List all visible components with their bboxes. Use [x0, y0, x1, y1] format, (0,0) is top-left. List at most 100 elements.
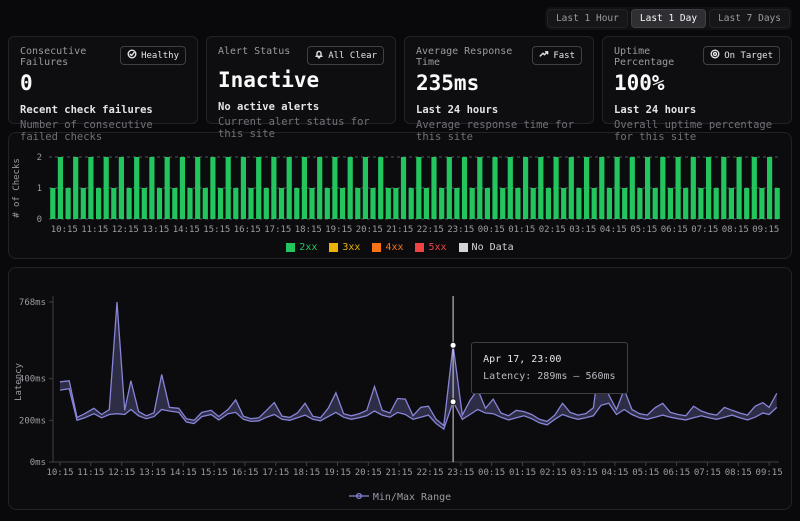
target-icon: [710, 49, 720, 62]
legend-item-3xx: 3xx: [329, 242, 360, 253]
svg-text:05:15: 05:15: [632, 468, 659, 478]
svg-text:01:15: 01:15: [509, 468, 536, 478]
svg-text:01:15: 01:15: [508, 225, 535, 235]
card-value: 100%: [614, 71, 780, 95]
checks-bar-chart[interactable]: 01210:1511:1512:1513:1514:1515:1516:1517…: [9, 139, 791, 237]
card-average-response-time: Average Response Time Fast 235ms Last 24…: [404, 36, 594, 124]
card-consecutive-failures: Consecutive Failures Healthy 0 Recent ch…: [8, 36, 198, 124]
svg-text:10:15: 10:15: [51, 225, 78, 235]
tooltip-value: Latency: 289ms – 560ms: [483, 368, 615, 385]
svg-text:09:15: 09:15: [752, 225, 779, 235]
svg-text:16:15: 16:15: [234, 225, 261, 235]
svg-text:18:15: 18:15: [295, 225, 322, 235]
legend-swatch: [329, 243, 338, 252]
card-subtitle: Recent check failures: [20, 104, 186, 116]
svg-text:19:15: 19:15: [324, 468, 351, 478]
legend-swatch: [372, 243, 381, 252]
svg-text:16:15: 16:15: [231, 468, 258, 478]
svg-text:22:15: 22:15: [417, 225, 444, 235]
badge-label: All Clear: [328, 51, 377, 61]
svg-text:04:15: 04:15: [600, 225, 627, 235]
legend-swatch: [459, 243, 468, 252]
svg-text:14:15: 14:15: [173, 225, 200, 235]
svg-text:22:15: 22:15: [416, 468, 443, 478]
svg-text:# of Checks: # of Checks: [12, 158, 22, 218]
badge-label: On Target: [724, 51, 773, 61]
svg-text:15:15: 15:15: [203, 225, 230, 235]
badge-label: Healthy: [141, 51, 179, 61]
svg-text:0ms: 0ms: [30, 458, 46, 468]
svg-text:13:15: 13:15: [142, 225, 169, 235]
tooltip-title: Apr 17, 23:00: [483, 351, 615, 368]
svg-text:14:15: 14:15: [170, 468, 197, 478]
svg-text:05:15: 05:15: [630, 225, 657, 235]
svg-text:0: 0: [37, 215, 42, 225]
svg-text:08:15: 08:15: [725, 468, 752, 478]
svg-text:768ms: 768ms: [19, 298, 46, 308]
badge-label: Fast: [553, 51, 575, 61]
card-title: Uptime Percentage: [614, 46, 703, 68]
latency-chart-legend: Min/Max Range: [9, 490, 791, 506]
svg-text:20:15: 20:15: [355, 468, 382, 478]
legend-item-no-data: No Data: [459, 242, 514, 253]
svg-text:20:15: 20:15: [356, 225, 383, 235]
svg-text:23:15: 23:15: [447, 225, 474, 235]
svg-text:08:15: 08:15: [722, 225, 749, 235]
svg-text:07:15: 07:15: [694, 468, 721, 478]
svg-text:200ms: 200ms: [19, 416, 46, 426]
bell-icon: [314, 49, 324, 62]
legend-swatch: [415, 243, 424, 252]
status-badge: All Clear: [307, 46, 384, 65]
svg-text:1: 1: [37, 184, 42, 194]
card-uptime-percentage: Uptime Percentage On Target 100% Last 24…: [602, 36, 792, 124]
svg-text:02:15: 02:15: [539, 225, 566, 235]
legend-item-5xx: 5xx: [415, 242, 446, 253]
svg-text:06:15: 06:15: [661, 225, 688, 235]
svg-text:03:15: 03:15: [569, 225, 596, 235]
legend-item-2xx: 2xx: [286, 242, 317, 253]
svg-text:07:15: 07:15: [691, 225, 718, 235]
svg-text:12:15: 12:15: [108, 468, 135, 478]
svg-text:11:15: 11:15: [77, 468, 104, 478]
card-subtitle: Last 24 hours: [416, 104, 582, 116]
svg-text:21:15: 21:15: [386, 468, 413, 478]
svg-text:06:15: 06:15: [663, 468, 690, 478]
legend-swatch: [286, 243, 295, 252]
card-title: Average Response Time: [416, 46, 532, 68]
chart-tooltip: Apr 17, 23:00 Latency: 289ms – 560ms: [471, 342, 627, 394]
status-badge: On Target: [703, 46, 780, 65]
svg-text:23:15: 23:15: [447, 468, 474, 478]
svg-text:00:15: 00:15: [478, 225, 505, 235]
svg-text:02:15: 02:15: [540, 468, 567, 478]
checks-chart-legend: 2xx 3xx 4xx 5xx No Data: [9, 241, 791, 255]
time-range-group: Last 1 Hour Last 1 Day Last 7 Days: [545, 7, 792, 30]
svg-text:17:15: 17:15: [262, 468, 289, 478]
card-subtitle: No active alerts: [218, 101, 384, 113]
svg-text:21:15: 21:15: [386, 225, 413, 235]
card-title: Consecutive Failures: [20, 46, 120, 68]
svg-text:19:15: 19:15: [325, 225, 352, 235]
svg-text:18:15: 18:15: [293, 468, 320, 478]
time-range-last-7-days[interactable]: Last 7 Days: [709, 9, 790, 28]
time-range-last-1-day[interactable]: Last 1 Day: [631, 9, 706, 28]
svg-text:13:15: 13:15: [139, 468, 166, 478]
time-range-last-1-hour[interactable]: Last 1 Hour: [547, 9, 628, 28]
svg-text:09:15: 09:15: [756, 468, 783, 478]
svg-text:Latency: Latency: [14, 362, 24, 401]
checks-bar-chart-panel: 01210:1511:1512:1513:1514:1515:1516:1517…: [8, 132, 792, 259]
svg-text:11:15: 11:15: [81, 225, 108, 235]
card-subtitle: Last 24 hours: [614, 104, 780, 116]
trending-up-icon: [539, 49, 549, 62]
legend-item-4xx: 4xx: [372, 242, 403, 253]
card-value: 235ms: [416, 71, 582, 95]
legend-item-min-max-range: Min/Max Range: [349, 491, 451, 504]
card-title: Alert Status: [218, 46, 290, 57]
card-value: Inactive: [218, 68, 384, 92]
latency-chart-panel: 0ms200ms400ms768ms10:1511:1512:1513:1514…: [8, 267, 792, 510]
time-range-bar: Last 1 Hour Last 1 Day Last 7 Days: [0, 0, 800, 34]
check-circle-icon: [127, 49, 137, 62]
latency-area-chart[interactable]: 0ms200ms400ms768ms10:1511:1512:1513:1514…: [9, 274, 791, 486]
card-description: Current alert status for this site: [218, 116, 384, 140]
status-badge: Healthy: [120, 46, 186, 65]
svg-text:00:15: 00:15: [478, 468, 505, 478]
